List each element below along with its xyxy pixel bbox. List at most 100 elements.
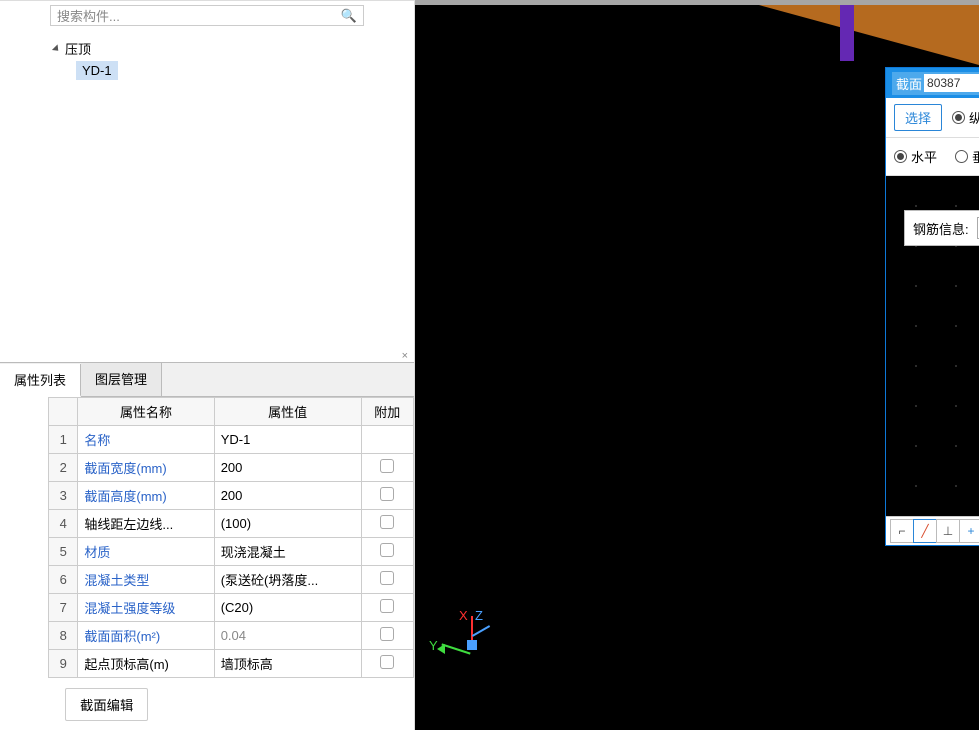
cell-idx: 2 xyxy=(49,454,78,482)
cell-idx: 6 xyxy=(49,566,78,594)
cell-value[interactable]: 200 xyxy=(214,482,361,510)
cell-name: 名称 xyxy=(78,426,214,454)
cell-idx: 8 xyxy=(49,622,78,650)
cell-idx: 5 xyxy=(49,538,78,566)
tab-property-list[interactable]: 属性列表 xyxy=(0,364,81,397)
axis-x-label: X xyxy=(459,608,468,623)
col-name: 属性名称 xyxy=(78,398,214,426)
section-editor-window: 截面 Y:108064 × 选择 纵筋 横筋 xyxy=(885,67,979,546)
cell-name: 起点顶标高(m) xyxy=(78,650,214,678)
table-row[interactable]: 6混凝土类型(泵送砼(坍落度... xyxy=(49,566,414,594)
checkbox-icon[interactable] xyxy=(380,571,394,585)
model-surface xyxy=(759,5,979,65)
table-row[interactable]: 7混凝土强度等级(C20) xyxy=(49,594,414,622)
component-tree: 压顶 YD-1 xyxy=(0,30,414,350)
cell-attach[interactable] xyxy=(361,426,413,454)
rebar-info-panel: 钢筋信息: 3C16 ▾ xyxy=(904,210,979,246)
tree-item-yd1[interactable]: YD-1 xyxy=(76,61,118,80)
cell-idx: 1 xyxy=(49,426,78,454)
caret-icon xyxy=(52,44,61,53)
cell-name: 混凝土类型 xyxy=(78,566,214,594)
radio-longitudinal[interactable]: 纵筋 xyxy=(952,108,979,127)
table-row[interactable]: 4轴线距左边线...(100) xyxy=(49,510,414,538)
cell-attach[interactable] xyxy=(361,454,413,482)
search-icon[interactable]: 🔍 xyxy=(341,8,357,24)
cell-value[interactable]: 200 xyxy=(214,454,361,482)
section-canvas[interactable]: 钢筋信息: 3C16 ▾ 全部纵筋 ZJ 200 xyxy=(886,176,979,516)
cell-attach[interactable] xyxy=(361,594,413,622)
cell-attach[interactable] xyxy=(361,510,413,538)
search-placeholder: 搜索构件... xyxy=(57,6,120,25)
cell-idx: 9 xyxy=(49,650,78,678)
tree-root-label: 压顶 xyxy=(65,39,91,58)
tab-layer-manage[interactable]: 图层管理 xyxy=(81,363,162,396)
cell-idx: 3 xyxy=(49,482,78,510)
cell-name: 截面高度(mm) xyxy=(78,482,214,510)
table-row[interactable]: 5材质现浇混凝土 xyxy=(49,538,414,566)
panel-close-icon[interactable]: × xyxy=(0,350,414,362)
checkbox-icon[interactable] xyxy=(380,627,394,641)
editor-status-bar: ⌐ ╱ ⊥ + (X: 569 Y: -229)选择钢筋进行编辑，选择标注进 xyxy=(886,516,979,545)
toolbar-fragment xyxy=(0,0,414,1)
axis-z-label: Z xyxy=(475,608,483,623)
table-row[interactable]: 2截面宽度(mm)200 xyxy=(49,454,414,482)
radio-vertical[interactable]: 垂直 xyxy=(955,147,979,166)
coord-x-input[interactable] xyxy=(924,74,979,92)
cell-attach[interactable] xyxy=(361,650,413,678)
editor-toolbar-1: 选择 纵筋 横筋 直线 ▾ 显示标注 ▸▸ xyxy=(886,98,979,138)
col-value: 属性值 xyxy=(214,398,361,426)
window-titlebar[interactable]: 截面 Y:108064 × xyxy=(886,68,979,98)
checkbox-icon[interactable] xyxy=(380,487,394,501)
checkbox-icon[interactable] xyxy=(380,459,394,473)
editor-toolbar-2: 水平 垂直 对齐钢筋 xyxy=(886,138,979,176)
col-attach: 附加 xyxy=(361,398,413,426)
snap-endpoint-icon[interactable]: ╱ xyxy=(913,519,937,543)
cell-name: 截面面积(m²) xyxy=(78,622,214,650)
table-row[interactable]: 8截面面积(m²)0.04 xyxy=(49,622,414,650)
axis-triad: X Z Y xyxy=(435,610,505,680)
component-search[interactable]: 搜索构件... 🔍 xyxy=(50,5,364,26)
cell-value[interactable]: 墙顶标高 xyxy=(214,650,361,678)
coord-x-label: 截面 xyxy=(896,74,922,93)
checkbox-icon[interactable] xyxy=(380,655,394,669)
snap-perp-icon[interactable]: ⊥ xyxy=(936,519,960,543)
table-row[interactable]: 9起点顶标高(m)墙顶标高 xyxy=(49,650,414,678)
cell-name: 材质 xyxy=(78,538,214,566)
cell-value[interactable]: (100) xyxy=(214,510,361,538)
radio-on-icon xyxy=(894,150,907,163)
rebar-info-label: 钢筋信息: xyxy=(913,219,969,238)
snap-grid-icon[interactable]: ⌐ xyxy=(890,519,914,543)
cell-attach[interactable] xyxy=(361,538,413,566)
cell-name: 截面宽度(mm) xyxy=(78,454,214,482)
select-button[interactable]: 选择 xyxy=(894,104,942,131)
tree-item-label: YD-1 xyxy=(82,63,112,78)
cell-value[interactable]: (C20) xyxy=(214,594,361,622)
coord-x-field[interactable]: 截面 xyxy=(892,72,979,95)
cell-value[interactable]: 现浇混凝土 xyxy=(214,538,361,566)
left-panel: 搜索构件... 🔍 压顶 YD-1 × 属性列表 图层管理 属性名称 属性值 xyxy=(0,0,415,730)
checkbox-icon[interactable] xyxy=(380,515,394,529)
cell-value[interactable]: 0.04 xyxy=(214,622,361,650)
cell-value[interactable]: (泵送砼(坍落度... xyxy=(214,566,361,594)
model-viewport[interactable]: X Z Y 截面 Y:108064 × 选择 纵筋 xyxy=(415,0,979,730)
cell-attach[interactable] xyxy=(361,482,413,510)
table-row[interactable]: 3截面高度(mm)200 xyxy=(49,482,414,510)
checkbox-icon[interactable] xyxy=(380,543,394,557)
cell-name: 轴线距左边线... xyxy=(78,510,214,538)
cell-value[interactable]: YD-1 xyxy=(214,426,361,454)
col-idx xyxy=(49,398,78,426)
snap-plus-icon[interactable]: + xyxy=(959,519,979,543)
cell-attach[interactable] xyxy=(361,566,413,594)
tree-root[interactable]: 压顶 xyxy=(50,36,364,61)
cell-idx: 4 xyxy=(49,510,78,538)
model-component xyxy=(840,5,854,61)
property-tabs: 属性列表 图层管理 xyxy=(0,362,414,397)
radio-horizontal[interactable]: 水平 xyxy=(894,147,937,166)
property-table: 属性名称 属性值 附加 1名称YD-12截面宽度(mm)2003截面高度(mm)… xyxy=(48,397,414,678)
section-edit-button[interactable]: 截面编辑 xyxy=(65,688,148,721)
checkbox-icon[interactable] xyxy=(380,599,394,613)
radio-on-icon xyxy=(952,111,965,124)
table-row[interactable]: 1名称YD-1 xyxy=(49,426,414,454)
cell-idx: 7 xyxy=(49,594,78,622)
cell-attach[interactable] xyxy=(361,622,413,650)
